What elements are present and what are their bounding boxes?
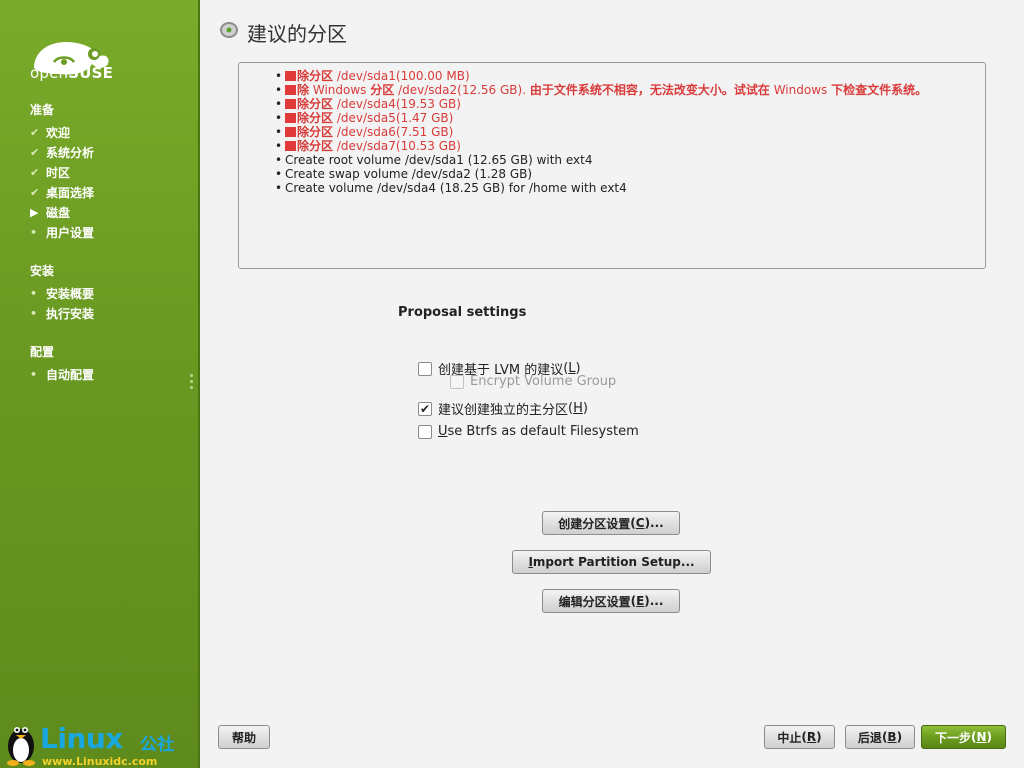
delete-marker-icon <box>285 113 296 123</box>
page-title: 建议的分区 <box>247 22 347 46</box>
summary-item-delete: • 除分区 /dev/sda4(19.53 GB) <box>275 97 461 111</box>
opensuse-logo-text: openSUSE <box>30 64 114 82</box>
separate-home-checkbox[interactable]: ✔ 建议创建独立的主分区(H) <box>418 399 588 418</box>
checkbox-box[interactable] <box>418 424 432 439</box>
bullet-icon: • <box>30 226 38 239</box>
delete-marker-icon <box>285 71 296 81</box>
summary-item-delete-windows: • 除 Windows 分区 /dev/sda2(12.56 GB). 由于文件系… <box>275 83 928 97</box>
arrow-right-icon: ▶ <box>30 206 39 219</box>
delete-marker-icon <box>285 85 296 95</box>
check-icon: ✔ <box>30 146 40 159</box>
checkbox-box[interactable] <box>418 361 432 376</box>
next-button[interactable]: 下一步(N) <box>921 725 1006 749</box>
sidebar-step-timezone: ✔ 时区 <box>30 166 71 180</box>
sidebar-section-config: 配置 <box>30 345 55 359</box>
abort-button[interactable]: 中止(R) <box>764 725 835 749</box>
sidebar-step-install-summary: • 安装概要 <box>30 287 95 301</box>
btrfs-default-checkbox[interactable]: Use Btrfs as default Filesystem <box>418 424 639 439</box>
checkmark-icon: ✔ <box>419 401 431 416</box>
delete-marker-icon <box>285 141 296 151</box>
create-partition-setup-button[interactable]: 创建分区设置(C)... <box>542 511 680 535</box>
summary-item-delete: • 除分区 /dev/sda1(100.00 MB) <box>275 69 470 83</box>
check-icon: ✔ <box>30 186 40 199</box>
summary-item-create: • Create root volume /dev/sda1 (12.65 GB)… <box>275 153 593 167</box>
delete-marker-icon <box>285 99 296 109</box>
check-icon: ✔ <box>30 126 40 139</box>
sidebar: openSUSE 准备 ✔ 欢迎 ✔ 系统分析 ✔ 时区 ✔ 桌面选择 ▶ 磁盘 • 用户设… <box>0 0 200 768</box>
sidebar-step-auto-config: • 自动配置 <box>30 368 95 382</box>
checkbox-box[interactable] <box>450 374 464 389</box>
bullet-icon: • <box>30 307 38 320</box>
sidebar-step-user-settings: • 用户设置 <box>30 226 95 240</box>
sidebar-section-prepare: 准备 <box>30 103 55 117</box>
back-button[interactable]: 后退(B) <box>845 725 915 749</box>
sidebar-step-disk: ▶ 磁盘 <box>30 206 71 220</box>
checkbox-box[interactable]: ✔ <box>418 401 432 416</box>
sidebar-resize-handle[interactable] <box>190 374 194 396</box>
import-partition-setup-button[interactable]: Import Partition Setup... <box>512 550 711 574</box>
sidebar-step-system-analysis: ✔ 系统分析 <box>30 146 95 160</box>
disk-icon <box>220 22 238 38</box>
summary-item-delete: • 除分区 /dev/sda6(7.51 GB) <box>275 125 454 139</box>
sidebar-section-install: 安装 <box>30 264 55 278</box>
help-button[interactable]: 帮助 <box>218 725 270 749</box>
watermark-url: www.Linuxidc.com <box>42 755 158 768</box>
bullet-icon: • <box>30 287 38 300</box>
proposal-settings-heading: Proposal settings <box>398 305 527 320</box>
encrypt-volume-group-checkbox[interactable]: Encrypt Volume Group <box>450 374 616 389</box>
summary-item-delete: • 除分区 /dev/sda7(10.53 GB) <box>275 139 461 153</box>
sidebar-step-perform-install: • 执行安装 <box>30 307 95 321</box>
check-icon: ✔ <box>30 166 40 179</box>
summary-item-create: • Create swap volume /dev/sda2 (1.28 GB) <box>275 167 533 181</box>
delete-marker-icon <box>285 127 296 137</box>
bullet-icon: • <box>30 368 38 381</box>
linuxidc-watermark: Linux 公社 www.Linuxidc.com <box>0 714 200 768</box>
sidebar-step-desktop: ✔ 桌面选择 <box>30 186 95 200</box>
summary-item-delete: • 除分区 /dev/sda5(1.47 GB) <box>275 111 454 125</box>
watermark-name: Linux <box>40 722 123 755</box>
edit-partition-setup-button[interactable]: 编辑分区设置(E)... <box>542 589 680 613</box>
watermark-cn: 公社 <box>140 735 174 755</box>
tux-penguin-icon <box>7 727 35 766</box>
sidebar-step-welcome: ✔ 欢迎 <box>30 126 71 140</box>
summary-item-create: • Create volume /dev/sda4 (18.25 GB) for … <box>275 181 627 195</box>
partition-summary: • 除分区 /dev/sda1(100.00 MB) • 除 Windows 分区 … <box>238 62 986 269</box>
